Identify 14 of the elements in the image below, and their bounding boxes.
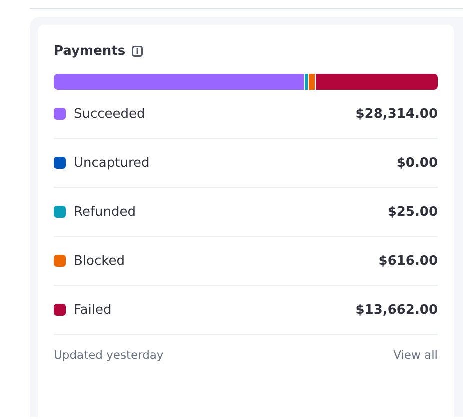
- amount: $0.00: [396, 156, 438, 170]
- category-label: Uncaptured: [74, 156, 151, 170]
- category-label: Succeeded: [74, 106, 146, 122]
- amount: $13,662.00: [356, 302, 438, 318]
- amount: $28,314.00: [356, 106, 438, 122]
- amount: $25.00: [388, 204, 438, 220]
- category-label: Refunded: [74, 204, 138, 220]
- category-label: Failed: [74, 302, 113, 318]
- view-all-link[interactable]: View all: [394, 348, 438, 362]
- amount: $616.00: [378, 254, 438, 268]
- updated-text: Updated yesterday: [54, 348, 164, 362]
- category-label: Blocked: [74, 254, 126, 268]
- card-title: Payments: [54, 44, 126, 59]
- info-icon[interactable]: [132, 46, 143, 57]
